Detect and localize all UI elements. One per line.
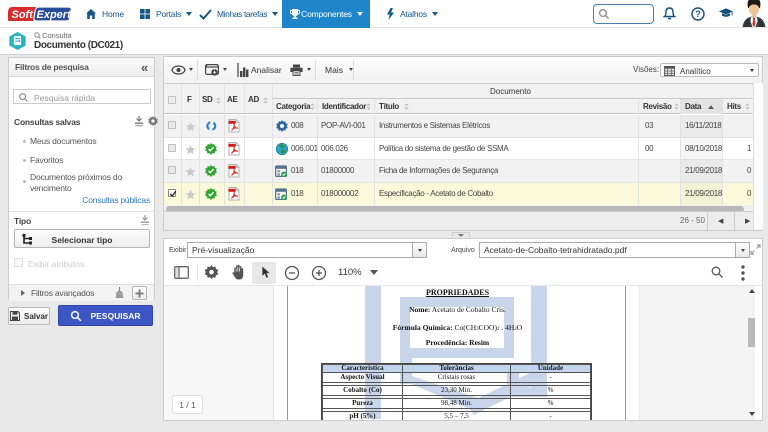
svg-text:?: ? <box>695 9 701 19</box>
svg-text:Expert: Expert <box>37 9 73 21</box>
svg-text:Soft: Soft <box>12 9 35 21</box>
